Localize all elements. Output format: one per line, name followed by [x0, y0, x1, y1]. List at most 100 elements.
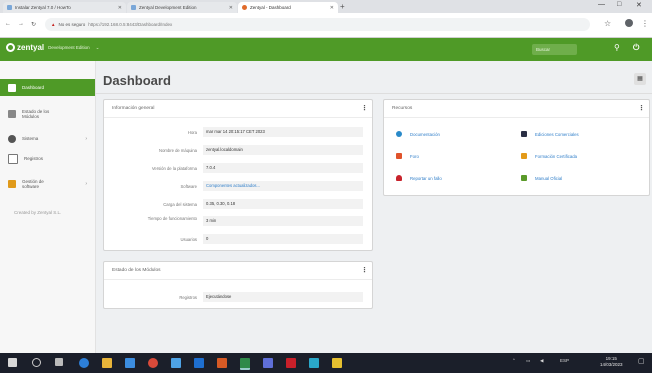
taskbar-clock[interactable]: 19:15 14/03/2023	[600, 356, 623, 368]
url-text: https://192.168.0.5:8443/Dashboard/Index	[88, 22, 173, 27]
home-icon	[8, 83, 16, 92]
task-view-icon[interactable]	[55, 358, 63, 366]
browser-tab-2[interactable]: Zentyal Development Edition ✕	[127, 2, 237, 13]
address-bar[interactable]: ▲ No es seguro https://192.168.0.5:8443/…	[45, 18, 590, 31]
chevron-right-icon: ›	[85, 135, 87, 142]
chrome-icon[interactable]	[148, 358, 158, 368]
sidebar-item-dashboard[interactable]: Dashboard	[0, 79, 95, 96]
notifications-icon[interactable]: ▢	[638, 357, 645, 365]
info-label-load: Carga del sistema	[163, 202, 197, 207]
info-value-users: 0	[203, 234, 363, 244]
sidebar-item-software[interactable]: Gestión de software ›	[0, 173, 95, 195]
widget-title: Recursos	[392, 106, 413, 111]
resource-link-report-bug[interactable]: Reportar un fallo	[396, 175, 442, 181]
info-label-users: Usuarios	[180, 237, 197, 242]
store-icon[interactable]	[125, 358, 135, 368]
back-button[interactable]: ←	[5, 21, 11, 27]
info-label-platform-version: Versión de la plataforma	[151, 166, 197, 171]
search-icon[interactable]: ⚲	[614, 43, 620, 52]
sidebar-footer[interactable]: Created by Zentyal S.L.	[14, 210, 61, 215]
bookmark-star-icon[interactable]: ☆	[604, 19, 611, 28]
chevron-down-icon[interactable]: ⌄	[96, 45, 100, 51]
notes-icon[interactable]	[332, 358, 342, 368]
pdf-reader-icon[interactable]	[286, 358, 296, 368]
widget-menu-icon[interactable]: ⋮	[638, 104, 645, 112]
file-explorer-icon[interactable]	[102, 358, 112, 368]
resource-link-forum[interactable]: Foro	[396, 153, 419, 159]
package-icon	[8, 180, 16, 188]
search-input[interactable]: Buscar	[532, 44, 577, 55]
edge-icon[interactable]	[79, 358, 89, 368]
forward-button[interactable]: →	[18, 21, 24, 27]
title-divider	[95, 93, 652, 94]
info-label-time: Hora	[187, 130, 197, 135]
browser-menu-icon[interactable]: ⋮	[641, 19, 649, 28]
info-label-hostname: Nombre de máquina	[159, 148, 197, 153]
tab-close-icon[interactable]: ✕	[229, 5, 233, 11]
search-icon[interactable]	[32, 358, 41, 367]
security-label: No es seguro	[58, 22, 86, 27]
info-value-uptime: 3 min	[203, 216, 363, 226]
maximize-button[interactable]: □	[617, 1, 621, 8]
document-icon	[8, 153, 18, 164]
profile-avatar[interactable]	[625, 19, 633, 27]
tab-close-icon[interactable]: ✕	[330, 5, 334, 11]
info-label-uptime: Tiempo de funcionamiento	[147, 216, 197, 221]
chevron-right-icon: ›	[85, 181, 87, 187]
mail-icon[interactable]	[171, 358, 181, 368]
info-label-software: Software	[180, 184, 197, 189]
new-tab-button[interactable]: +	[340, 2, 345, 11]
sidebar-item-logs[interactable]: Registros	[0, 150, 95, 167]
clock-date: 14/03/2023	[600, 362, 623, 367]
reload-button[interactable]: ↻	[31, 21, 36, 28]
browser-tab-bar: Instalar Zentyal 7.0 / HowTo ✕ Zentyal D…	[0, 0, 652, 13]
resources-widget: Recursos ⋮ Documentación Foro Reportar u…	[383, 99, 650, 196]
powerpoint-icon[interactable]	[217, 358, 227, 368]
logout-icon[interactable]: ⏻	[633, 43, 639, 53]
resource-link-certified-training[interactable]: Formación Certificada	[521, 153, 577, 159]
browser-tab-active[interactable]: Zentyal - Dashboard ✕	[238, 2, 338, 13]
sidebar-item-module-status[interactable]: Estado de los Módulos	[0, 104, 95, 124]
show-hidden-icons-icon[interactable]: ⌃	[512, 358, 516, 364]
widget-menu-icon[interactable]: ⋮	[361, 104, 368, 112]
widget-divider	[104, 279, 372, 280]
browser-tab-1[interactable]: Instalar Zentyal 7.0 / HowTo ✕	[3, 2, 126, 13]
info-value-hostname: zentyal.localdomain	[203, 145, 363, 155]
sidebar-item-system[interactable]: Sistema ›	[0, 130, 95, 147]
info-value-platform-version: 7.0.4	[203, 163, 363, 173]
resource-link-documentation[interactable]: Documentación	[396, 131, 440, 137]
logo-icon	[6, 43, 15, 52]
zentyal-favicon-icon	[242, 5, 247, 10]
tab-favicon-icon	[7, 5, 12, 10]
app-header: zentyal Development Edition ⌄ Buscar ⚲ ⏻	[0, 38, 652, 61]
dashboard-config-button[interactable]: ▦	[634, 73, 646, 85]
module-value-logs: Ejecutándose	[203, 292, 363, 302]
tab-close-icon[interactable]: ✕	[118, 5, 122, 11]
excel-icon[interactable]	[240, 358, 250, 370]
briefcase-icon	[521, 131, 527, 137]
teams-icon[interactable]	[263, 358, 273, 368]
zentyal-logo[interactable]: zentyal Development Edition ⌄	[6, 43, 99, 52]
resource-link-official-manual[interactable]: Manual Oficial	[521, 175, 562, 181]
volume-icon[interactable]: ◀	[540, 358, 543, 364]
widget-divider	[104, 117, 372, 118]
resource-link-commercial-editions[interactable]: Ediciones Comerciales	[521, 131, 579, 137]
info-value-time: mar mar 14 20:15:17 CET 2023	[203, 127, 363, 137]
widget-title: Información general	[112, 106, 155, 111]
minimize-button[interactable]: —	[598, 1, 605, 8]
close-window-button[interactable]: ✕	[636, 1, 642, 9]
info-value-software[interactable]: Componentes actualizados...	[203, 181, 363, 191]
app-icon[interactable]	[309, 358, 319, 368]
forum-icon	[396, 153, 402, 159]
windows-start-icon[interactable]	[8, 358, 17, 367]
keyboard-language[interactable]: ESP	[560, 358, 569, 363]
word-icon[interactable]	[194, 358, 204, 368]
info-value-load: 0.35, 0.30, 0.18	[203, 199, 363, 209]
network-icon[interactable]: ▭	[526, 358, 530, 364]
widget-menu-icon[interactable]: ⋮	[361, 266, 368, 274]
browser-toolbar: ← → ↻ ▲ No es seguro https://192.168.0.5…	[0, 13, 652, 38]
sidebar: Dashboard Estado de los Módulos Sistema …	[0, 61, 96, 353]
bug-icon	[396, 175, 402, 181]
module-label-logs: Registros	[179, 295, 197, 300]
warning-icon: ▲	[51, 22, 56, 27]
